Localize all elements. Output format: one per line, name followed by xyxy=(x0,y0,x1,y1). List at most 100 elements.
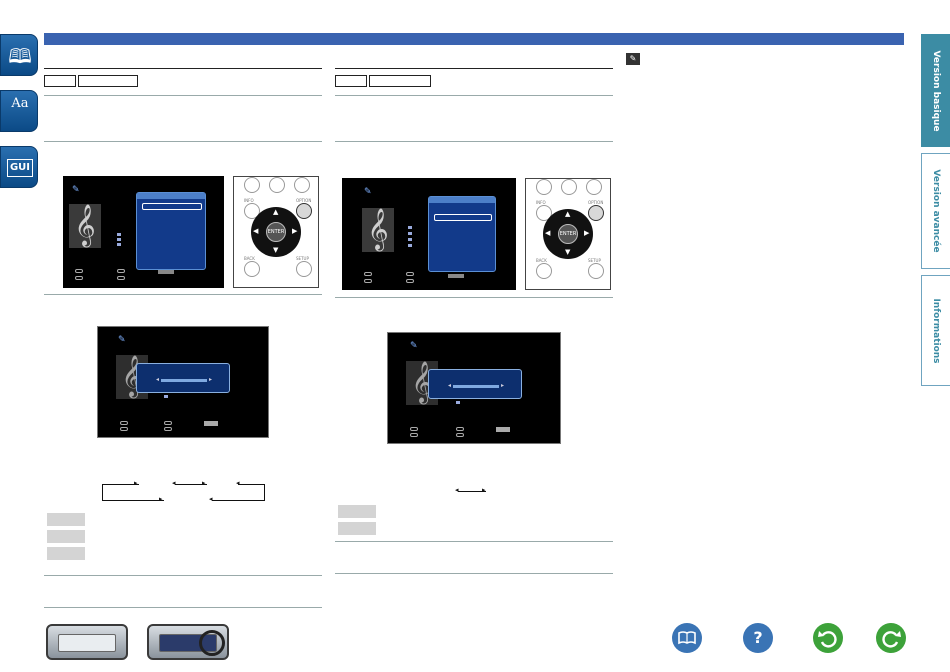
contents-tab[interactable]: 🕮 xyxy=(0,34,38,76)
setting-value-bar[interactable] xyxy=(453,385,499,388)
arrow-right-icon: ▸ xyxy=(482,486,486,494)
menu-selected-item[interactable] xyxy=(434,214,492,221)
setup-button xyxy=(588,263,604,279)
osd-screen: ✎ 𝄞 ◂ ▸ xyxy=(387,332,561,444)
status-icon xyxy=(408,226,412,229)
back-icon[interactable] xyxy=(813,623,843,653)
remote-button xyxy=(586,179,602,195)
remote-button xyxy=(294,177,310,193)
right-arrow-icon: ▸ xyxy=(501,382,505,389)
remote-hint-icon xyxy=(120,421,128,425)
flow-line xyxy=(212,500,265,501)
menu-selected-item[interactable] xyxy=(142,203,202,210)
music-note-icon: 𝄞 xyxy=(69,204,101,248)
step-rule xyxy=(44,95,322,96)
remote-hint-icon xyxy=(164,427,172,431)
status-icon xyxy=(408,244,412,247)
flow-line xyxy=(102,484,103,501)
osd-screen: ✎ 𝄞 ◂ ▸ xyxy=(97,326,269,438)
remote-hint-icon xyxy=(456,433,464,437)
glossary-icon: Aa xyxy=(11,96,29,111)
edit-icon: ✎ xyxy=(118,335,126,345)
status-icon xyxy=(408,232,412,235)
option-tag xyxy=(47,547,85,560)
tab-version-avancee[interactable]: Version avancée xyxy=(921,153,950,269)
tab-version-basique[interactable]: Version basique xyxy=(921,34,950,147)
down-arrow-icon: ▼ xyxy=(565,248,571,256)
left-arrow-icon: ◀ xyxy=(545,229,551,237)
music-note-icon: 𝄞 xyxy=(362,208,394,252)
back-button xyxy=(536,263,552,279)
setup-button xyxy=(296,261,312,277)
enter-button[interactable]: ENTER xyxy=(558,224,578,244)
front-panel-button[interactable] xyxy=(46,624,128,660)
key-box xyxy=(78,75,138,87)
arrow-left-icon: ◂ xyxy=(172,479,176,487)
remote-hint-icon xyxy=(406,272,414,276)
forward-icon[interactable] xyxy=(876,623,906,653)
arrow-left-icon: ◂ xyxy=(236,479,240,487)
remote-hint-icon xyxy=(120,427,128,431)
remote-hint-icon xyxy=(364,279,372,283)
remote-hint-icon xyxy=(75,269,83,273)
menu-footer-button xyxy=(448,274,464,278)
back-button xyxy=(244,261,260,277)
option-tag xyxy=(338,505,376,518)
top-bar xyxy=(44,33,904,45)
flow-line xyxy=(102,500,164,501)
step-rule xyxy=(335,95,613,96)
step-rule xyxy=(44,575,322,576)
right-arrow-icon: ▶ xyxy=(292,227,298,235)
rear-panel-button[interactable] xyxy=(147,624,229,660)
menu-footer-button xyxy=(158,270,174,274)
redo-glyph xyxy=(882,631,901,648)
tab-label: Version avancée xyxy=(931,169,941,253)
status-icon xyxy=(117,233,121,236)
help-icon[interactable]: ? xyxy=(743,623,773,653)
remote-hint-icon xyxy=(75,276,83,280)
step-rule xyxy=(335,141,613,142)
left-arrow-icon: ◀ xyxy=(253,227,259,235)
book-icon: 🕮 xyxy=(8,44,32,68)
arrow-left-icon: ◂ xyxy=(455,486,459,494)
gui-icon: GUI xyxy=(7,159,33,177)
setting-value-bar[interactable] xyxy=(161,379,207,382)
option-button[interactable] xyxy=(588,205,604,221)
enter-button[interactable]: ENTER xyxy=(266,222,286,242)
remote-hint-icon xyxy=(410,427,418,431)
book-icon[interactable] xyxy=(672,623,702,653)
edit-icon: ✎ xyxy=(410,341,418,351)
left-arrow-icon: ◂ xyxy=(448,382,452,389)
edit-icon: ✎ xyxy=(364,187,372,197)
setting-dialog: ◂ ▸ xyxy=(428,369,522,399)
edit-icon: ✎ xyxy=(72,185,80,195)
remote-button xyxy=(561,179,577,195)
setting-dialog: ◂ ▸ xyxy=(136,363,230,393)
remote-hint-icon xyxy=(456,427,464,431)
gui-tab[interactable]: GUI xyxy=(0,146,38,188)
remote-button xyxy=(244,177,260,193)
up-arrow-icon: ▲ xyxy=(565,210,571,218)
osd-screen: ✎ 𝄞 xyxy=(63,176,224,288)
undo-glyph xyxy=(818,631,837,648)
tab-informations[interactable]: Informations xyxy=(921,275,950,386)
step-rule xyxy=(335,297,613,298)
option-tag xyxy=(47,513,85,526)
manual-page: 🕮 Aa GUI Version basique Version avancée… xyxy=(0,0,950,672)
option-menu xyxy=(136,192,206,270)
status-icon xyxy=(164,395,168,398)
status-icon xyxy=(117,238,121,241)
flow-line xyxy=(264,484,265,501)
menu-header xyxy=(429,197,495,203)
arrow-right-icon: ▸ xyxy=(134,479,138,487)
option-tag xyxy=(338,522,376,535)
key-box xyxy=(335,75,367,87)
pencil-icon: ✎ xyxy=(626,53,640,65)
glossary-tab[interactable]: Aa xyxy=(0,90,38,132)
up-arrow-icon: ▲ xyxy=(273,208,279,216)
receiver-front-icon xyxy=(58,634,116,652)
option-button[interactable] xyxy=(296,203,312,219)
arrow-left-icon: ◂ xyxy=(209,495,213,503)
remote-hint-icon xyxy=(164,421,172,425)
remote-hint-icon xyxy=(406,279,414,283)
